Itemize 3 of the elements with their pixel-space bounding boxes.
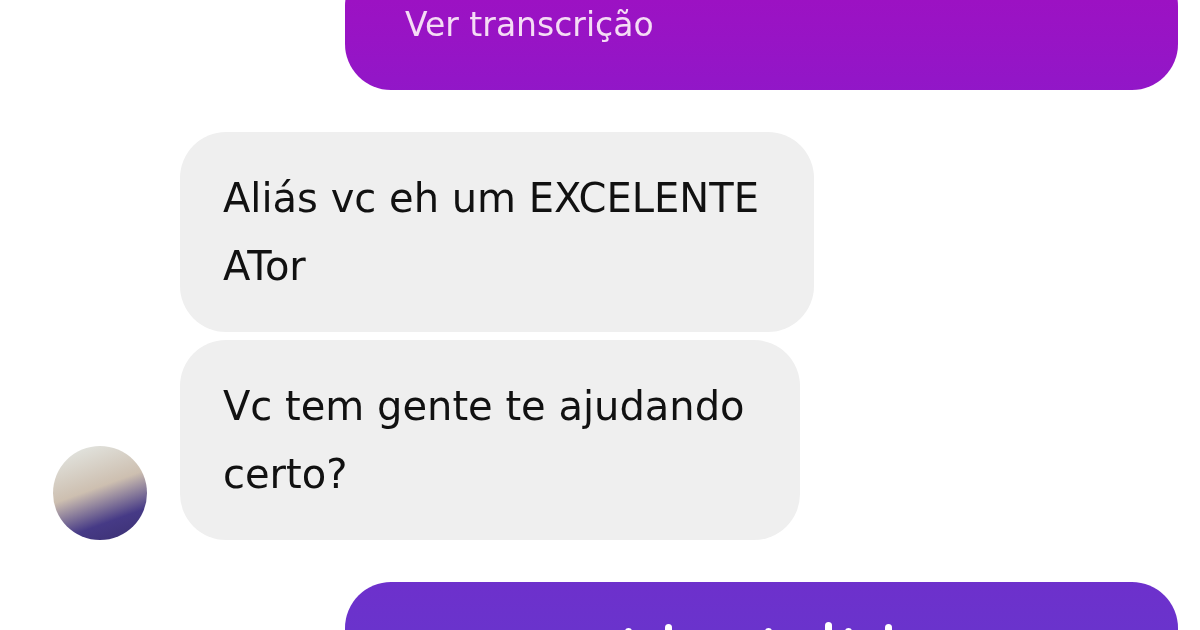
message-bubble: Vc tem gente te ajudando certo? bbox=[180, 340, 800, 540]
transcript-link[interactable]: Ver transcrição bbox=[405, 5, 654, 45]
message-bubble: Aliás vc eh um EXCELENTE ATor bbox=[180, 132, 814, 332]
